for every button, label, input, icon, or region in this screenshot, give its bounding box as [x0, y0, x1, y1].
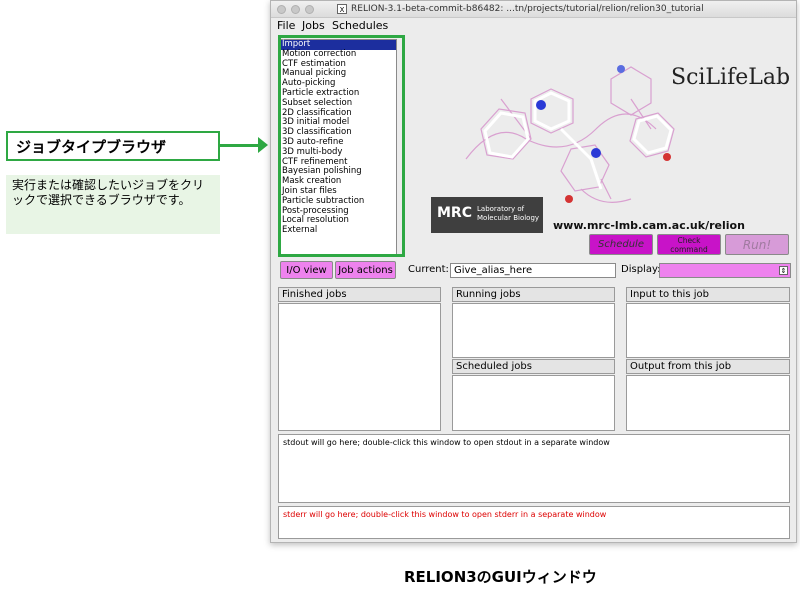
- mrc-lmb-logo: MRC Laboratory of Molecular Biology: [431, 197, 543, 233]
- finished-jobs-list[interactable]: [278, 303, 441, 431]
- stderr-panel[interactable]: stderr will go here; double-click this w…: [278, 506, 790, 539]
- scheduled-jobs-header: Scheduled jobs: [452, 359, 615, 374]
- window-title: RELION-3.1-beta-commit-b86482: ...tn/pro…: [351, 4, 704, 14]
- mrc-sub-line1: Laboratory of: [477, 205, 525, 213]
- job-browser-description: 実行または確認したいジョブをクリックで選択できるブラウザです。: [6, 175, 220, 234]
- output-from-job-header: Output from this job: [626, 359, 790, 374]
- menu-jobs[interactable]: Jobs: [302, 19, 325, 32]
- figure-caption: RELION3のGUIウィンドウ: [404, 568, 597, 586]
- running-jobs-list[interactable]: [452, 303, 615, 358]
- finished-jobs-header: Finished jobs: [278, 287, 441, 302]
- minimize-window-button[interactable]: [291, 5, 300, 14]
- job-browser-callout: ジョブタイプブラウザ: [6, 131, 220, 161]
- job-actions-button[interactable]: Job actions: [335, 261, 396, 279]
- running-jobs-header: Running jobs: [452, 287, 615, 302]
- x11-icon: X: [337, 4, 347, 14]
- mrc-logo-text: MRC: [437, 205, 472, 221]
- check-command-button[interactable]: Check command: [657, 234, 721, 255]
- mrc-logo-subtitle: Laboratory of Molecular Biology: [477, 205, 539, 223]
- scheduled-jobs-list[interactable]: [452, 375, 615, 431]
- mrc-sub-line2: Molecular Biology: [477, 214, 540, 222]
- callout-arrow-icon: [258, 137, 268, 153]
- job-browser-highlight-frame: [278, 35, 405, 257]
- menu-bar: File Jobs Schedules: [271, 18, 796, 35]
- stdout-panel[interactable]: stdout will go here; double-click this w…: [278, 434, 790, 503]
- relion-window: X RELION-3.1-beta-commit-b86482: ...tn/p…: [270, 0, 797, 543]
- menu-schedules[interactable]: Schedules: [332, 19, 388, 32]
- input-to-job-header: Input to this job: [626, 287, 790, 302]
- select-arrow-icon: ⇕: [779, 266, 788, 275]
- current-alias-input[interactable]: Give_alias_here: [450, 263, 616, 278]
- relion-url: www.mrc-lmb.cam.ac.uk/relion: [553, 219, 745, 232]
- schedule-button[interactable]: Schedule: [589, 234, 653, 255]
- run-button[interactable]: Run!: [725, 234, 789, 255]
- title-bar: X RELION-3.1-beta-commit-b86482: ...tn/p…: [271, 1, 796, 18]
- menu-file[interactable]: File: [277, 19, 295, 32]
- input-to-job-list[interactable]: [626, 303, 790, 358]
- display-label: Display:: [621, 264, 661, 275]
- current-label: Current:: [408, 264, 449, 275]
- zoom-window-button[interactable]: [305, 5, 314, 14]
- close-window-button[interactable]: [277, 5, 286, 14]
- display-select[interactable]: ⇕: [659, 263, 791, 278]
- scilifelab-logo: SciLifeLab: [671, 65, 791, 90]
- io-view-button[interactable]: I/O view: [280, 261, 333, 279]
- output-from-job-list[interactable]: [626, 375, 790, 431]
